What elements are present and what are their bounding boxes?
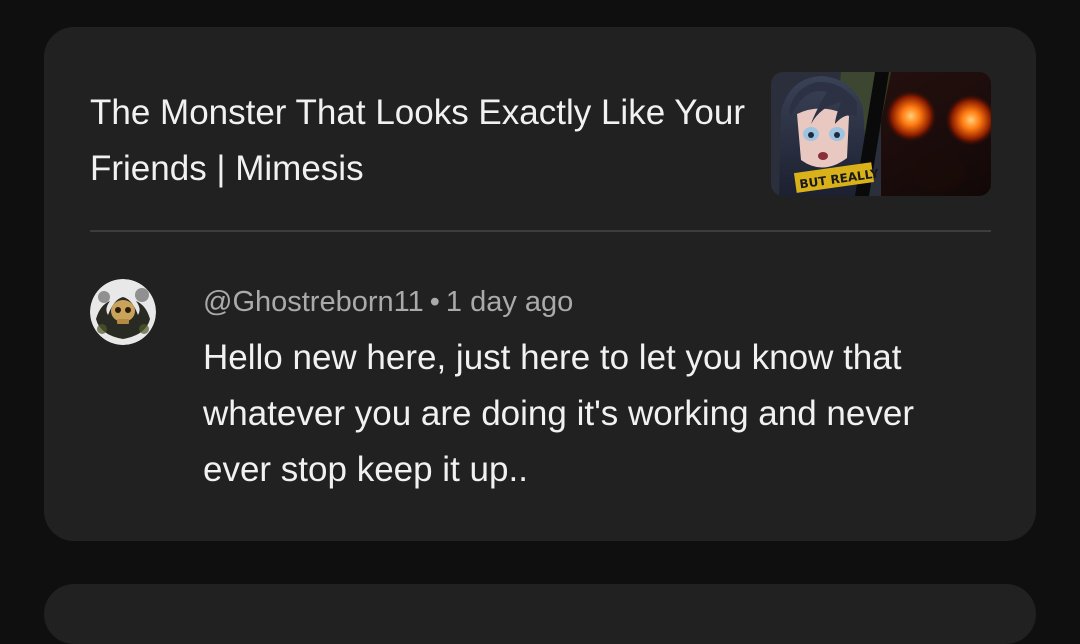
skull-avatar-icon[interactable] [90,279,156,345]
comment-time: 1 day ago [445,286,574,318]
comment-meta: @Ghostreborn11 • 1 day ago [203,282,573,322]
video-title[interactable]: The Monster That Looks Exactly Like Your… [90,85,750,197]
comment-card[interactable]: The Monster That Looks Exactly Like Your… [44,27,1036,541]
thumbnail-image: BUT REALLY [771,72,991,196]
divider [90,230,991,232]
comment-text: Hello new here, just here to let you kno… [203,338,914,489]
meta-separator: • [429,286,440,318]
next-comment-card[interactable] [44,584,1036,644]
video-thumbnail[interactable]: BUT REALLY [771,72,991,196]
comment-author[interactable]: @Ghostreborn11 [203,286,424,318]
